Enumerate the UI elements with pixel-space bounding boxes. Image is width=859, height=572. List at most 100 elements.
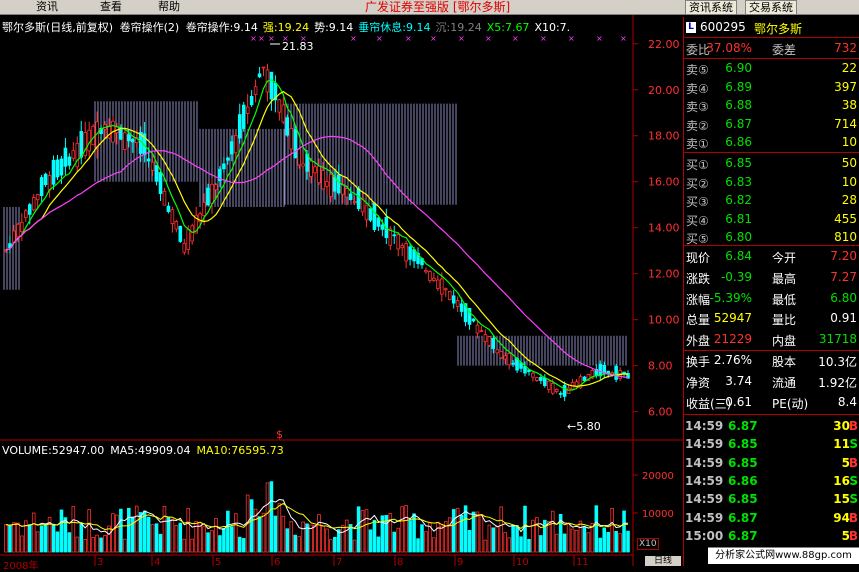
candle-body — [582, 376, 587, 382]
volume-bar — [626, 530, 630, 553]
volume-bar — [546, 520, 551, 553]
volume-bar — [293, 534, 297, 553]
volume-bar — [20, 535, 24, 553]
candle-body — [491, 337, 496, 349]
candle-body — [325, 181, 329, 187]
volume-info-bar: VOLUME:52947.00 MA5:49909.04 MA10:76595.73 — [2, 444, 290, 457]
signal-x-marker: × — [540, 34, 547, 43]
volume-bar — [368, 529, 373, 553]
candle-body — [190, 225, 194, 242]
quote-label: 涨跌 — [686, 271, 711, 286]
candle-body — [543, 377, 547, 387]
signal-x-marker: × — [376, 34, 383, 43]
candle-body — [206, 187, 210, 206]
candle-body — [202, 202, 206, 216]
volume-bar — [111, 513, 115, 553]
volume-bar — [123, 538, 127, 553]
tick-time: 14:59 — [685, 455, 724, 470]
buy-level-label: 买① — [686, 158, 709, 172]
candle-body — [47, 175, 52, 191]
volume-bar — [222, 528, 226, 553]
candle-body — [245, 106, 250, 114]
volume-bar — [119, 508, 123, 553]
quote-label: PE(动) — [772, 396, 809, 411]
buy-level-row: 买③ 6.82 28 — [684, 191, 859, 209]
candle-body — [329, 173, 333, 197]
indicator-values: 卷帘操作:9.14 强:19.24 势:9.14 垂帘休息:9.14 沉:19.24 X5… — [186, 21, 575, 34]
volume-bar — [226, 510, 230, 553]
candle-body — [606, 370, 610, 374]
volume-bar — [550, 510, 555, 553]
volume-bar — [16, 522, 20, 553]
indicator-value: X10:7. — [534, 21, 571, 34]
volume-bar — [614, 531, 618, 553]
price-axis-label: 22.00 — [648, 38, 680, 51]
candle-body — [475, 324, 480, 334]
price-axis-label: 8.00 — [648, 360, 673, 373]
stock-header: L 600295 鄂尔多斯 — [684, 17, 859, 37]
quote-value: 0.91 — [830, 311, 857, 326]
quote-value: 8.4 — [837, 394, 857, 409]
candle-body — [499, 351, 504, 359]
quote-value: 0.61 — [725, 394, 752, 409]
tick-row: 14:59 6.85 15 S — [684, 490, 859, 508]
candle-body — [622, 371, 626, 374]
price-axis-label: 6.00 — [648, 406, 673, 419]
year-label: 2008年 — [3, 561, 39, 572]
candle-body — [293, 129, 297, 159]
volume-bar — [95, 534, 99, 553]
volume-bar — [408, 520, 412, 553]
signal-x-marker: × — [568, 34, 575, 43]
sell-level-volume: 22 — [841, 61, 857, 75]
sell-level-volume: 397 — [834, 79, 857, 94]
indicator-value: 垂帘休息:9.14 — [358, 21, 431, 34]
quote-value: 6.84 — [725, 249, 752, 263]
news-system-button[interactable]: 资讯系统 — [685, 0, 737, 15]
volume-bar — [162, 506, 167, 553]
candle-body — [87, 129, 91, 152]
menu-item-view[interactable]: 查看 — [100, 0, 122, 14]
volume-bar — [364, 509, 369, 553]
candle-body — [166, 205, 171, 212]
sell-level-price: 6.90 — [725, 61, 752, 75]
volume-bar — [352, 539, 357, 553]
candle-body — [63, 147, 68, 167]
quote-label: 股本 — [772, 355, 797, 369]
tick-side: B — [848, 419, 858, 433]
volume-bar — [574, 529, 579, 553]
sell-level-label: 卖⑤ — [686, 63, 709, 77]
candle-body — [277, 99, 282, 113]
indicator-value: 沉:19.24 — [435, 21, 482, 34]
volume-bar — [289, 521, 294, 553]
buy-level-row: 买⑤ 6.80 810 — [684, 228, 859, 246]
volume-bar — [440, 525, 444, 553]
candle-body — [59, 158, 64, 176]
candle-body — [392, 234, 397, 237]
candle-body — [31, 197, 36, 211]
menu-item-news[interactable]: 资讯 — [36, 0, 58, 14]
signal-x-marker: × — [258, 34, 265, 43]
sell-level-volume: 38 — [841, 98, 857, 113]
price-axis-label: 10.00 — [648, 314, 680, 327]
candle-body — [459, 303, 464, 312]
candle-body — [186, 229, 191, 250]
volume-bar — [372, 519, 377, 553]
volume-value: MA5:49909.04 — [110, 444, 191, 457]
buy-level-row: 买④ 6.81 455 — [684, 210, 859, 228]
signal-x-marker: × — [485, 34, 492, 43]
volume-bar — [210, 530, 214, 553]
candle-body — [614, 365, 618, 380]
trade-system-button[interactable]: 交易系统 — [745, 0, 797, 15]
candlestick-chart[interactable]: 3 4 5 6 7 8 9 10 11 22.00 20.00 18.00 16.00 14.00 12.0… — [0, 0, 683, 566]
low-annotation: ←5.80 — [567, 420, 601, 433]
candle-body — [511, 362, 515, 365]
menu-item-help[interactable]: 帮助 — [158, 0, 180, 14]
buy-level-price: 6.85 — [725, 156, 752, 170]
sell-level-row: 卖② 6.87 714 — [684, 115, 859, 133]
quote-label: 量比 — [772, 313, 797, 328]
signal-x-marker: × — [268, 34, 275, 43]
candle-body — [313, 166, 317, 174]
sell-level-row: 卖⑤ 6.90 22 — [684, 59, 859, 77]
tab-daily[interactable]: 日线 — [645, 556, 681, 566]
signal-x-marker: × — [282, 34, 289, 43]
